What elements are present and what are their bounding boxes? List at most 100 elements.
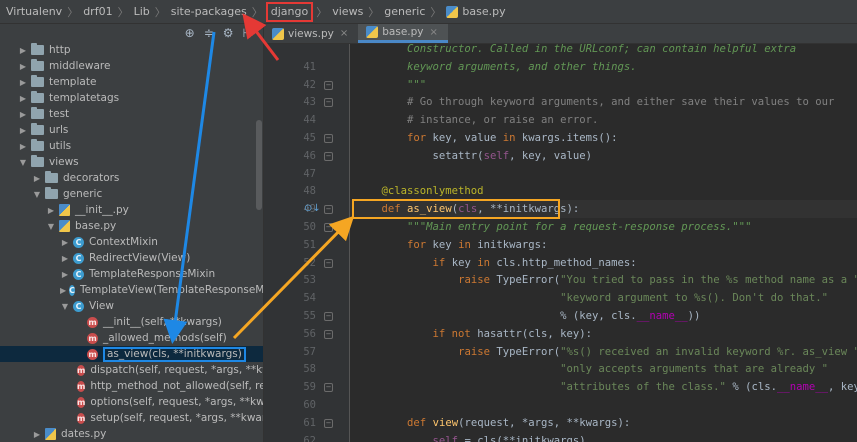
tree-item[interactable]: ▶ http [0,42,263,58]
fold-marker-icon[interactable]: − [324,312,333,321]
code-line: "keyword argument to %s(). Don't do that… [356,289,828,307]
line-number: 44 [303,114,316,127]
tree-item[interactable]: m as_view(cls, **initkwargs) [0,346,263,362]
breadcrumb-item[interactable]: Lib [132,2,152,22]
tree-item[interactable]: ▼ base.py [0,218,263,234]
code-token: self [432,434,459,442]
collapsed-arrow-icon[interactable]: ▶ [32,430,42,439]
collapsed-arrow-icon[interactable]: ▶ [32,174,42,183]
tree-item[interactable]: ▼ C View [0,298,263,314]
collapsed-arrow-icon[interactable]: ▶ [18,78,28,87]
expanded-arrow-icon[interactable]: ▼ [32,190,42,199]
expanded-arrow-icon[interactable]: ▼ [60,302,70,311]
collapsed-arrow-icon[interactable]: ▶ [18,46,28,55]
breadcrumb-item[interactable]: django [265,1,314,22]
code-token: (request, *args, **kwargs): [458,416,631,429]
expanded-arrow-icon[interactable]: ▼ [18,158,28,167]
tree-scrollbar[interactable] [256,120,262,210]
code-token: if [432,256,446,269]
line-number: 41 [303,60,316,73]
tree-item[interactable]: ▶ __init__.py [0,202,263,218]
folder-icon [31,91,44,103]
line-number: 61 [303,416,316,429]
tree-item[interactable]: ▶ test [0,106,263,122]
tree-item[interactable]: m dispatch(self, request, *args, **kwa [0,362,263,378]
fold-marker-icon[interactable]: − [324,80,333,90]
collapsed-arrow-icon[interactable]: ▶ [18,62,28,71]
collapsed-arrow-icon[interactable]: ▶ [18,110,28,119]
gear-icon[interactable]: ⚙ [223,26,234,40]
close-icon[interactable]: × [340,28,348,39]
project-toolbar: ⊕ ≑ ⚙ ⊢ [183,24,263,42]
tree-item-label: RedirectView(View) [89,252,191,264]
code-token: "keyword argument to %s(). Don't do that… [560,292,828,305]
fold-marker-icon[interactable]: − [324,151,333,161]
code-line: @classonlymethod [356,182,484,200]
breadcrumb: Virtualenv 〉 drf01 〉 Lib 〉 site-packages 〉 djang… [0,0,857,24]
tree-item[interactable]: ▶ decorators [0,170,263,186]
fold-marker-icon[interactable]: − [324,205,333,215]
folder-icon [31,43,44,55]
collapsed-arrow-icon[interactable]: ▶ [60,286,66,295]
editor-tab[interactable]: base.py × [358,24,448,43]
tree-item[interactable]: m _allowed_methods(self) [0,330,263,346]
tree-item[interactable]: ▶ urls [0,122,263,138]
tree-item[interactable]: ▼ generic [0,186,263,202]
tree-item[interactable]: m options(self, request, *args, **kwa [0,394,263,410]
collapsed-arrow-icon[interactable]: ▶ [60,238,70,247]
expanded-arrow-icon[interactable]: ▼ [46,222,56,231]
tree-item[interactable]: ▶ C RedirectView(View) [0,250,263,266]
tree-item[interactable]: ▶ templatetags [0,90,263,106]
line-number: 50 [303,221,316,233]
breadcrumb-item[interactable]: site-packages [169,2,249,22]
hide-icon[interactable]: ⊢ [243,26,253,40]
collapsed-arrow-icon[interactable]: ▶ [18,94,28,103]
tree-item[interactable]: m http_method_not_allowed(self, rec [0,378,263,394]
editor-tab[interactable]: views.py × [264,24,358,43]
fold-marker-icon[interactable]: − [324,383,333,393]
collapsed-arrow-icon[interactable]: ▶ [60,270,70,279]
code-token: setattr( [356,149,484,162]
lightbulb-icon[interactable]: 💡 [350,201,351,215]
breadcrumb-item[interactable]: base.py [444,2,507,22]
code-token: % (key, cls. [356,310,637,322]
collapse-icon[interactable]: ≑ [204,26,214,40]
collapsed-arrow-icon[interactable]: ▶ [18,142,28,151]
breadcrumb-item[interactable]: drf01 [81,2,114,22]
tree-item[interactable]: m setup(self, request, *args, **kwarg [0,410,263,426]
tree-item[interactable]: ▶ C TemplateView(TemplateResponseMixin [0,282,264,298]
breadcrumb-item[interactable]: generic [382,2,427,22]
breadcrumb-item[interactable]: views [330,2,365,22]
code-token: in [477,256,490,269]
fold-marker-icon[interactable]: − [324,98,333,108]
tree-item[interactable]: ▼ views [0,154,263,170]
class-icon: C [73,252,84,264]
class-icon: C [73,300,84,312]
code-token: hasattr(cls, key): [470,327,593,340]
tree-item-label: TemplateView(TemplateResponseMixin [80,284,264,296]
collapsed-arrow-icon[interactable]: ▶ [60,254,70,263]
breadcrumb-item[interactable]: Virtualenv [4,2,64,22]
tree-item[interactable]: m __init__(self, **kwargs) [0,314,263,330]
tree-item[interactable]: ▶ C ContextMixin [0,234,263,250]
close-icon[interactable]: × [430,27,438,38]
collapsed-arrow-icon[interactable]: ▶ [46,206,56,215]
fold-marker-icon[interactable]: − [324,223,333,232]
code-editor[interactable]: Constructor. Called in the URLconf; can … [350,44,857,442]
fold-marker-icon[interactable]: − [324,329,333,339]
tree-item[interactable]: ▶ dates.py [0,426,263,442]
tree-item[interactable]: ▶ C TemplateResponseMixin [0,266,263,282]
fold-marker-icon[interactable]: − [324,134,333,143]
breadcrumb-separator: 〉 [154,5,166,19]
tree-item[interactable]: ▶ template [0,74,263,90]
fold-marker-icon[interactable]: − [324,418,333,428]
code-line: if not hasattr(cls, key): [356,325,592,343]
line-number: 52 [303,256,316,269]
code-token: """Main entry point for a request-respon… [407,221,752,233]
tree-item[interactable]: ▶ middleware [0,58,263,74]
override-marker-icon[interactable]: ⊙↓ [304,203,321,214]
tree-item[interactable]: ▶ utils [0,138,263,154]
collapsed-arrow-icon[interactable]: ▶ [18,126,28,135]
crosshair-icon[interactable]: ⊕ [185,26,195,40]
fold-marker-icon[interactable]: − [324,258,333,268]
